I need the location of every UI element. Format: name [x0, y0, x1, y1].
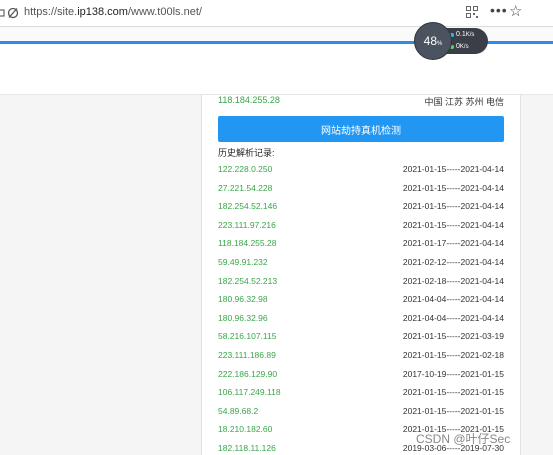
history-record-row: 59.49.91.232 2021-02-12-----2021-04-14	[218, 257, 504, 269]
record-ip[interactable]: 222.186.129.90	[218, 369, 277, 379]
record-date-range: 2021-04-04-----2021-04-14	[402, 312, 504, 323]
record-date-range: 2021-01-15-----2021-04-14	[402, 182, 504, 193]
tracking-protection-icon[interactable]	[0, 5, 22, 21]
csdn-watermark: CSDN @叶仔Sec	[416, 432, 511, 446]
history-record-row: 222.186.129.90 2017-10-19-----2021-01-15	[218, 369, 504, 381]
upload-speed-unit: K/s	[465, 32, 475, 38]
history-record-row: 118.184.255.28 2021-01-17-----2021-04-14	[218, 238, 504, 250]
record-date-range: 2021-01-15-----2021-04-14	[402, 164, 504, 174]
record-date-range: 2021-02-12-----2021-04-14	[402, 257, 504, 267]
download-speed: 0K/s	[450, 43, 469, 50]
record-ip[interactable]: 122.228.0.250	[218, 164, 272, 174]
history-record-row: 180.96.32.96 2021-04-04-----2021-04-14	[218, 313, 504, 325]
record-ip[interactable]: 182.254.52.146	[218, 201, 277, 211]
record-ip[interactable]: 59.49.91.232	[218, 257, 268, 267]
record-date-range: 2021-01-17-----2021-04-14	[402, 238, 504, 249]
bookmark-star-icon[interactable]: ☆	[509, 2, 522, 20]
network-speed-widget[interactable]: 0.1K/s 0K/s 48%	[414, 22, 492, 60]
record-date-range: 2021-01-15-----2021-04-14	[402, 201, 504, 212]
dns-history-panel: 118.184.255.28 中国 江苏 苏州 电信 网站劫持真机检测 历史解析…	[201, 95, 521, 455]
record-ip[interactable]: 180.96.32.96	[218, 313, 268, 323]
record-date-range: 2021-04-04-----2021-04-14	[402, 294, 504, 305]
history-record-row: 58.216.107.115 2021-01-15-----2021-03-19	[218, 331, 504, 343]
history-record-row: 106.117.249.118 2021-01-15-----2021-01-15	[218, 387, 504, 399]
record-date-range: 2017-10-19-----2021-01-15	[402, 368, 504, 379]
qr-code-icon[interactable]	[466, 6, 478, 18]
history-record-row: 122.228.0.250 2021-01-15-----2021-04-14	[218, 164, 504, 176]
record-ip[interactable]: 182.118.11.126	[218, 443, 276, 453]
history-record-row: 223.111.97.216 2021-01-15-----2021-04-14	[218, 220, 504, 232]
record-ip[interactable]: 18.210.182.60	[218, 424, 272, 434]
download-speed-unit: K/s	[459, 44, 469, 50]
record-date-range: 2021-02-18-----2021-04-14	[402, 275, 504, 286]
record-ip[interactable]: 182.254.52.213	[218, 276, 277, 286]
more-options-icon[interactable]: •••	[490, 2, 508, 18]
history-title: 历史解析记录:	[218, 148, 275, 158]
url-text[interactable]: https://site.ip138.com/www.t00ls.net/	[24, 6, 202, 18]
hijack-check-button[interactable]: 网站劫持真机检测	[218, 116, 504, 142]
url-prefix: https://site.	[24, 6, 78, 18]
url-host: ip138.com	[77, 6, 128, 18]
record-date-range: 2021-01-15-----2021-02-18	[402, 350, 504, 360]
memory-usage-gauge[interactable]: 48%	[414, 22, 452, 60]
record-date-range: 2021-01-15-----2021-04-14	[402, 219, 504, 230]
record-ip[interactable]: 58.216.107.115	[218, 331, 276, 341]
upload-speed: 0.1K/s	[450, 31, 475, 38]
record-date-range: 2021-01-15-----2021-03-19	[402, 331, 504, 342]
upload-speed-value: 0.1	[456, 31, 466, 38]
record-ip[interactable]: 54.89.68.2	[218, 406, 258, 416]
record-ip[interactable]: 223.111.186.89	[218, 350, 276, 360]
history-record-row: 54.89.68.2 2021-01-15-----2021-01-15	[218, 406, 504, 418]
record-ip[interactable]: 180.96.32.98	[218, 294, 268, 304]
record-ip[interactable]: 118.184.255.28	[218, 238, 276, 248]
record-ip[interactable]: 27.221.54.228	[218, 183, 272, 193]
url-path: /www.t00ls.net/	[127, 6, 202, 18]
gauge-percent-unit: %	[437, 41, 443, 47]
record-ip[interactable]: 106.117.249.118	[218, 387, 281, 397]
gauge-percent: 48	[423, 34, 437, 48]
history-record-row: 223.111.186.89 2021-01-15-----2021-02-18	[218, 350, 504, 362]
history-record-row: 182.254.52.146 2021-01-15-----2021-04-14	[218, 201, 504, 213]
current-ip-location: 中国 江苏 苏州 电信	[424, 97, 504, 107]
record-date-range: 2021-01-15-----2021-01-15	[402, 387, 504, 398]
history-record-row: 27.221.54.228 2021-01-15-----2021-04-14	[218, 183, 504, 195]
history-record-row: 180.96.32.98 2021-04-04-----2021-04-14	[218, 294, 504, 306]
current-ip: 118.184.255.28	[218, 95, 280, 105]
record-ip[interactable]: 223.111.97.216	[218, 220, 276, 230]
record-date-range: 2021-01-15-----2021-01-15	[402, 405, 504, 416]
history-record-row: 182.254.52.213 2021-02-18-----2021-04-14	[218, 276, 504, 288]
